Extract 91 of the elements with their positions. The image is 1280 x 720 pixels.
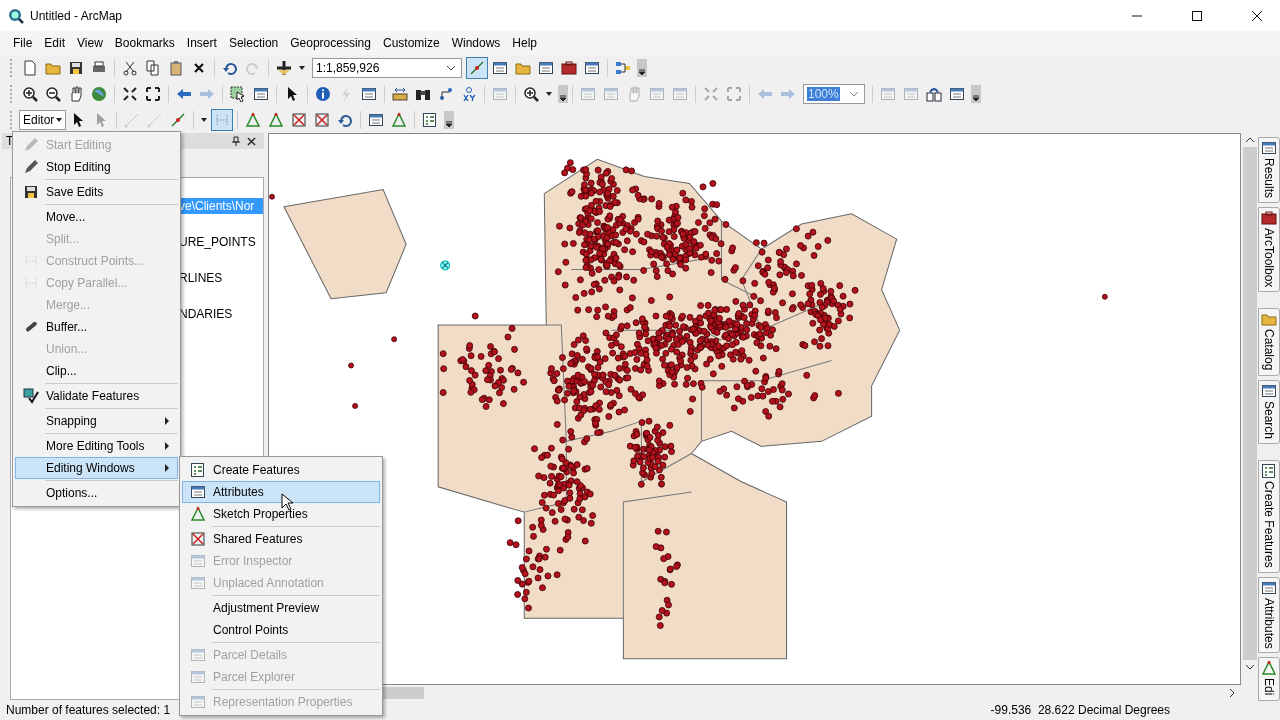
- dotted-points-icon: [23, 253, 39, 269]
- menu-item[interactable]: View: [71, 34, 109, 52]
- menu-item[interactable]: Selection: [222, 34, 285, 52]
- menu-item[interactable]: Clip...: [15, 360, 178, 382]
- side-tab[interactable]: Attributes: [1258, 576, 1280, 654]
- caret-icon[interactable]: [201, 118, 208, 122]
- point-marker: [269, 193, 275, 200]
- folder-icon: [1261, 311, 1277, 328]
- table-icon: [190, 484, 206, 500]
- menu-item[interactable]: Move...: [15, 206, 178, 228]
- side-tab[interactable]: Edi: [1258, 657, 1280, 701]
- submenu-arrow-icon: [165, 417, 169, 425]
- triangle-icon: [190, 506, 206, 522]
- window-icon: [190, 694, 206, 710]
- window-icon: [190, 553, 206, 569]
- scroll-down-icon[interactable]: [1245, 664, 1254, 670]
- caret-icon: [56, 118, 63, 122]
- toolbar-overflow-icon[interactable]: [444, 111, 455, 129]
- point-marker: [391, 336, 398, 343]
- menu-item[interactable]: Bookmarks: [108, 34, 181, 52]
- side-tab[interactable]: Results: [1258, 137, 1280, 203]
- menu-item[interactable]: Geoprocessing: [284, 34, 377, 52]
- menu-item[interactable]: Editing Windows: [15, 457, 178, 479]
- triangle-icon: [1261, 660, 1277, 677]
- dropdown-chevron-icon: [849, 91, 859, 97]
- menu-item[interactable]: Save Edits: [15, 181, 178, 203]
- menu-item[interactable]: File: [7, 34, 39, 52]
- toolbar-overflow-icon[interactable]: [558, 85, 568, 103]
- pencil-icon: [23, 159, 39, 175]
- point-marker: [1101, 293, 1108, 300]
- window-icon: [190, 669, 206, 685]
- caret-icon[interactable]: [299, 66, 305, 70]
- toolbar-overflow-icon[interactable]: [637, 59, 647, 77]
- menu-item[interactable]: Insert: [180, 34, 223, 52]
- close-icon[interactable]: [1252, 10, 1262, 21]
- close-icon[interactable]: [247, 136, 256, 146]
- side-tab[interactable]: ArcToolbox: [1258, 207, 1280, 293]
- menu-item[interactable]: Snapping: [15, 410, 178, 432]
- pin-icon[interactable]: [231, 136, 241, 146]
- menu-item[interactable]: Buffer...: [15, 316, 178, 338]
- toolbar-overflow-icon[interactable]: [971, 85, 981, 103]
- check-mark-icon: [23, 388, 39, 404]
- form-icon: [1261, 462, 1277, 479]
- menu-item[interactable]: Options...: [15, 482, 178, 504]
- menu-item[interactable]: Control Points: [182, 619, 380, 641]
- globe-magnifier-icon: [8, 7, 24, 24]
- scroll-right-icon[interactable]: [1229, 688, 1235, 697]
- coordinates: -99.536 28.622 Decimal Degrees: [990, 703, 1170, 717]
- mouse-cursor-icon: [281, 493, 293, 511]
- square-points-icon: [190, 531, 206, 547]
- window-icon: [1261, 140, 1277, 156]
- window-title: Untitled - ArcMap: [30, 8, 123, 23]
- form-icon: [190, 462, 206, 478]
- menu-item[interactable]: Adjustment Preview: [182, 597, 380, 619]
- menu-item[interactable]: Stop Editing: [15, 156, 178, 178]
- menu-item[interactable]: Customize: [376, 34, 446, 52]
- side-tab[interactable]: Catalog: [1258, 308, 1280, 376]
- window-icon: [190, 575, 206, 591]
- editor-dropdown[interactable]: Editor: [19, 110, 67, 130]
- maximize-icon[interactable]: [1192, 10, 1202, 21]
- snapping-icon[interactable]: [211, 109, 234, 131]
- submenu-arrow-icon: [165, 464, 169, 472]
- caret-icon[interactable]: [546, 92, 552, 96]
- scale-field[interactable]: 1:1,859,926: [312, 58, 462, 78]
- point-marker: [348, 362, 354, 369]
- menu-item[interactable]: Attributes: [182, 481, 380, 503]
- dropdown-chevron-icon: [446, 65, 456, 71]
- menu-item[interactable]: Help: [506, 34, 544, 52]
- table-icon: [1261, 579, 1277, 596]
- menu-item[interactable]: More Editing Tools: [15, 435, 178, 457]
- selection-count: Number of features selected: 1: [6, 703, 171, 717]
- menu-item[interactable]: Sketch Properties: [182, 503, 380, 525]
- side-tab[interactable]: Create Features: [1258, 459, 1280, 573]
- side-tab[interactable]: Search: [1258, 379, 1280, 444]
- pencil-icon: [23, 137, 39, 153]
- menu-item[interactable]: Windows: [445, 34, 507, 52]
- submenu-arrow-icon: [165, 442, 169, 450]
- scroll-thumb[interactable]: [1242, 147, 1257, 660]
- scroll-up-icon[interactable]: [1245, 137, 1254, 143]
- toolbox-icon: [1261, 210, 1277, 226]
- window-icon: [1261, 382, 1277, 399]
- selected-point-marker: [440, 260, 451, 271]
- menu-item[interactable]: Shared Features: [182, 528, 380, 550]
- menu-item[interactable]: Validate Features: [15, 385, 178, 407]
- point-marker: [352, 403, 358, 409]
- window-icon: [190, 647, 206, 663]
- layer-item[interactable]: URE_POINTS: [179, 234, 263, 250]
- dotted-points-icon: [23, 275, 39, 291]
- menu-item[interactable]: Edit: [38, 34, 72, 52]
- editor-toolbar-icon[interactable]: [466, 57, 488, 79]
- menu-item[interactable]: Create Features: [182, 459, 380, 481]
